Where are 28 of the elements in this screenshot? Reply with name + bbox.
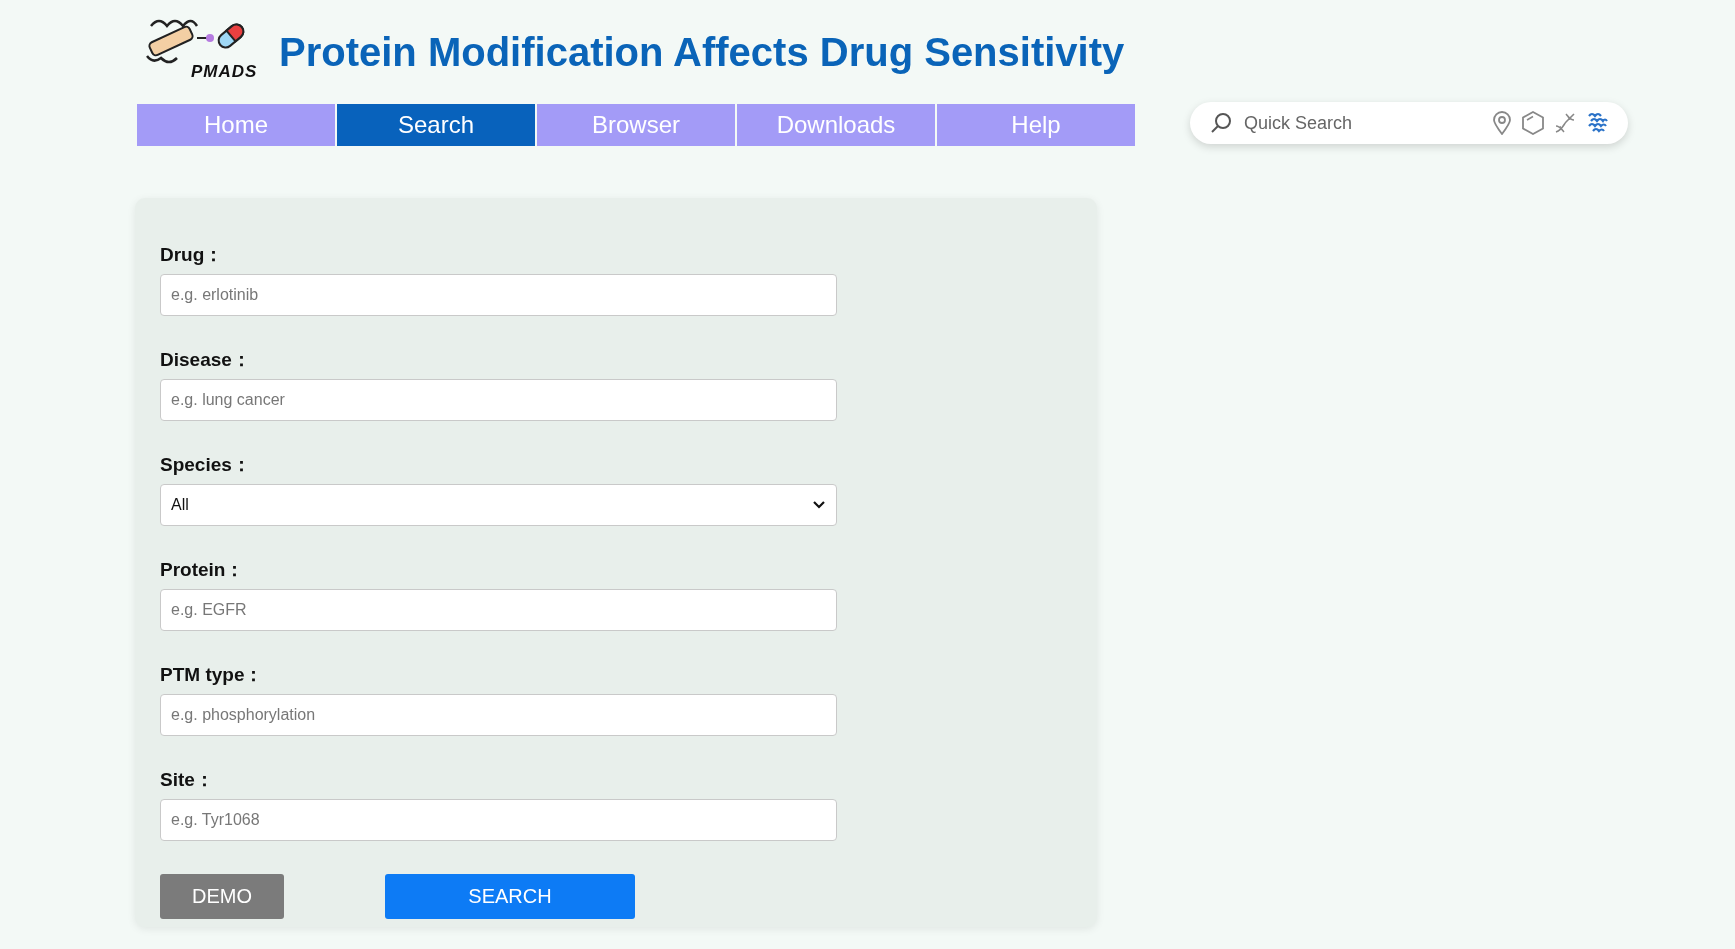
nav-tab[interactable]: Browser xyxy=(537,104,735,146)
field-label: PTM type： xyxy=(160,664,264,686)
nav-tab[interactable]: Downloads xyxy=(737,104,935,146)
hexagon-icon[interactable] xyxy=(1522,111,1544,135)
nav-tab[interactable]: Help xyxy=(937,104,1135,146)
field-label: Drug： xyxy=(160,244,224,266)
input-field[interactable]: e.g. lung cancer xyxy=(160,379,837,421)
nav-tab[interactable]: Home xyxy=(137,104,335,146)
protein-structure-icon[interactable] xyxy=(1586,111,1610,135)
dropdown[interactable]: All xyxy=(160,484,837,526)
demo-button[interactable]: DEMO xyxy=(160,874,284,919)
chevron-down-icon xyxy=(812,500,826,510)
quick-search-bar[interactable]: Quick Search xyxy=(1190,102,1628,144)
field-label: Site： xyxy=(160,769,214,791)
logo-text: PMADS xyxy=(191,62,258,82)
location-pin-icon[interactable] xyxy=(1492,111,1512,135)
input-field[interactable]: e.g. erlotinib xyxy=(160,274,837,316)
field-label: Disease： xyxy=(160,349,251,371)
search-icon xyxy=(1210,112,1232,134)
field-label: Species： xyxy=(160,454,251,476)
nav-tab[interactable]: Search xyxy=(337,104,535,146)
site-title: Protein Modification Affects Drug Sensitivity xyxy=(279,29,1125,75)
quick-search-field[interactable]: Quick Search xyxy=(1242,111,1482,135)
input-field[interactable]: e.g. EGFR xyxy=(160,589,837,631)
field-label: Protein： xyxy=(160,559,245,581)
search-button[interactable]: SEARCH xyxy=(385,874,635,919)
input-field[interactable]: e.g. phosphorylation xyxy=(160,694,837,736)
input-field[interactable]: e.g. Tyr1068 xyxy=(160,799,837,841)
